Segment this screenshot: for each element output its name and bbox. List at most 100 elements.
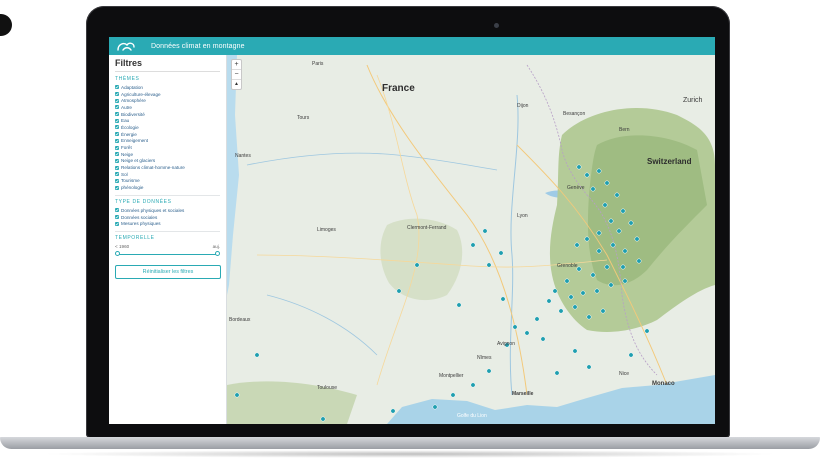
map-marker-icon[interactable] [604,180,610,186]
checkbox-checked-icon[interactable] [115,132,119,137]
checkbox-checked-icon[interactable] [115,92,119,97]
data-type-checkbox-row[interactable]: Données sociales [115,214,220,221]
map-marker-icon[interactable] [486,368,492,374]
checkbox-checked-icon[interactable] [115,215,119,220]
map-view[interactable]: + − ▲ France Switzerland Zurich Bern Par… [227,55,715,424]
slider-max-handle[interactable] [215,251,220,257]
map-marker-icon[interactable] [254,352,260,358]
theme-checkbox-row[interactable]: Sol [115,171,220,178]
checkbox-checked-icon[interactable] [115,208,119,213]
map-marker-icon[interactable] [456,302,462,308]
data-type-checkbox-row[interactable]: Données physiques et sociales [115,207,220,214]
map-marker-icon[interactable] [396,288,402,294]
checkbox-checked-icon[interactable] [115,112,119,117]
theme-checkbox-row[interactable]: Eau [115,117,220,124]
theme-checkbox-row[interactable]: phénologie [115,184,220,191]
reset-filters-button[interactable]: Réinitialiser les filtres [115,265,221,280]
map-marker-icon[interactable] [572,348,578,354]
map-marker-icon[interactable] [620,208,626,214]
map-marker-icon[interactable] [608,218,614,224]
checkbox-checked-icon[interactable] [115,152,119,157]
map-marker-icon[interactable] [614,192,620,198]
slider-min-handle[interactable] [115,251,120,257]
checkbox-checked-icon[interactable] [115,118,119,123]
map-marker-icon[interactable] [610,242,616,248]
map-marker-icon[interactable] [634,236,640,242]
theme-checkbox-row[interactable]: Biodiversité [115,111,220,118]
checkbox-checked-icon[interactable] [115,221,119,226]
map-marker-icon[interactable] [320,416,326,422]
data-type-checkbox-row[interactable]: Mesures physiques [115,220,220,227]
checkbox-checked-icon[interactable] [115,185,119,190]
map-marker-icon[interactable] [432,404,438,410]
map-marker-icon[interactable] [644,328,650,334]
map-marker-icon[interactable] [594,288,600,294]
checkbox-checked-icon[interactable] [115,145,119,150]
theme-checkbox-row[interactable]: Agriculture-élevage [115,91,220,98]
map-marker-icon[interactable] [600,308,606,314]
map-marker-icon[interactable] [500,296,506,302]
theme-checkbox-row[interactable]: Adaptation [115,84,220,91]
checkbox-checked-icon[interactable] [115,178,119,183]
map-marker-icon[interactable] [590,186,596,192]
map-marker-icon[interactable] [568,294,574,300]
map-marker-icon[interactable] [586,364,592,370]
time-range-slider[interactable] [115,251,220,257]
theme-checkbox-row[interactable]: Énergie [115,131,220,138]
checkbox-checked-icon[interactable] [115,158,119,163]
map-marker-icon[interactable] [512,324,518,330]
map-marker-icon[interactable] [622,278,628,284]
checkbox-checked-icon[interactable] [115,138,119,143]
map-marker-icon[interactable] [622,248,628,254]
map-marker-icon[interactable] [602,202,608,208]
app-logo-icon[interactable] [109,37,143,55]
map-marker-icon[interactable] [596,168,602,174]
checkbox-checked-icon[interactable] [115,165,119,170]
map-marker-icon[interactable] [534,316,540,322]
map-marker-icon[interactable] [574,242,580,248]
map-marker-icon[interactable] [576,164,582,170]
map-marker-icon[interactable] [608,282,614,288]
map-marker-icon[interactable] [596,248,602,254]
map-marker-icon[interactable] [596,230,602,236]
map-marker-icon[interactable] [552,288,558,294]
map-marker-icon[interactable] [234,392,240,398]
map-marker-icon[interactable] [580,290,586,296]
map-marker-icon[interactable] [498,250,504,256]
map-marker-icon[interactable] [450,392,456,398]
compass-icon[interactable]: ▲ [232,80,241,89]
map-marker-icon[interactable] [554,370,560,376]
checkbox-checked-icon[interactable] [115,125,119,130]
theme-checkbox-row[interactable]: Autre [115,104,220,111]
map-marker-icon[interactable] [470,242,476,248]
map-marker-icon[interactable] [620,264,626,270]
map-marker-icon[interactable] [604,264,610,270]
theme-checkbox-row[interactable]: Neige et glaciers [115,158,220,165]
map-marker-icon[interactable] [486,262,492,268]
checkbox-checked-icon[interactable] [115,105,119,110]
map-marker-icon[interactable] [584,172,590,178]
checkbox-checked-icon[interactable] [115,98,119,103]
map-marker-icon[interactable] [558,308,564,314]
zoom-in-button[interactable]: + [232,60,241,70]
map-marker-icon[interactable] [540,336,546,342]
map-marker-icon[interactable] [636,258,642,264]
theme-checkbox-row[interactable]: Forêt [115,144,220,151]
map-marker-icon[interactable] [564,278,570,284]
theme-checkbox-row[interactable]: Tourisme [115,178,220,185]
map-marker-icon[interactable] [628,220,634,226]
map-marker-icon[interactable] [482,228,488,234]
map-marker-icon[interactable] [572,304,578,310]
map-marker-icon[interactable] [414,262,420,268]
map-marker-icon[interactable] [586,314,592,320]
map-marker-icon[interactable] [590,272,596,278]
checkbox-checked-icon[interactable] [115,85,119,90]
theme-checkbox-row[interactable]: Atmosphère [115,97,220,104]
theme-checkbox-row[interactable]: Relations climat-homme-nature [115,164,220,171]
map-marker-icon[interactable] [524,330,530,336]
theme-checkbox-row[interactable]: Écologie [115,124,220,131]
map-marker-icon[interactable] [390,408,396,414]
map-marker-icon[interactable] [546,298,552,304]
checkbox-checked-icon[interactable] [115,172,119,177]
map-marker-icon[interactable] [616,228,622,234]
